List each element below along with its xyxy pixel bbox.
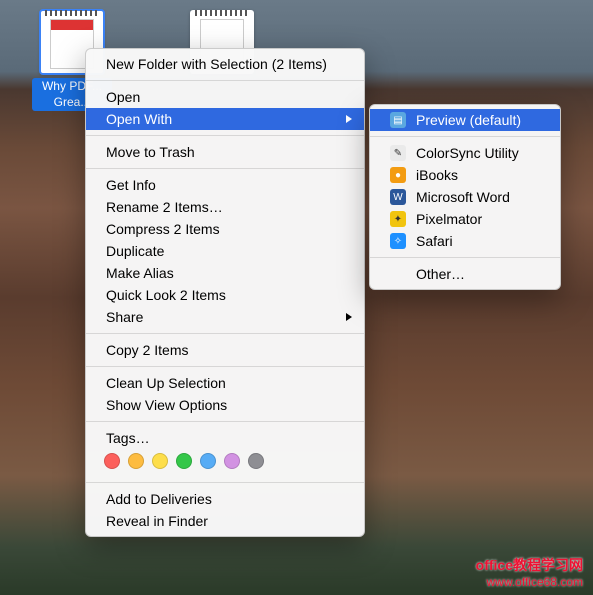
menu-separator [86,168,364,169]
watermark: office教程学习网 www.office68.com [476,555,583,589]
tag-color-dot[interactable] [152,453,168,469]
submenu-word[interactable]: W Microsoft Word [370,186,560,208]
menu-share[interactable]: Share [86,306,364,328]
menu-open[interactable]: Open [86,86,364,108]
submenu-pixelmator[interactable]: ✦ Pixelmator [370,208,560,230]
menu-separator [86,482,364,483]
word-icon: W [390,189,406,205]
tag-color-dot[interactable] [200,453,216,469]
tag-color-dot[interactable] [248,453,264,469]
menu-clean-up[interactable]: Clean Up Selection [86,372,364,394]
tag-color-dot[interactable] [104,453,120,469]
ibooks-icon: ● [390,167,406,183]
submenu-colorsync[interactable]: ✎ ColorSync Utility [370,142,560,164]
chevron-right-icon [346,313,352,321]
menu-new-folder-selection[interactable]: New Folder with Selection (2 Items) [86,53,364,75]
menu-compress[interactable]: Compress 2 Items [86,218,364,240]
submenu-safari[interactable]: ✧ Safari [370,230,560,252]
pixelmator-icon: ✦ [390,211,406,227]
menu-get-info[interactable]: Get Info [86,174,364,196]
open-with-submenu: ▤ Preview (default) ✎ ColorSync Utility … [369,104,561,290]
preview-icon: ▤ [390,112,406,128]
menu-separator [370,257,560,258]
submenu-ibooks[interactable]: ● iBooks [370,164,560,186]
context-menu: New Folder with Selection (2 Items) Open… [85,48,365,537]
menu-duplicate[interactable]: Duplicate [86,240,364,262]
menu-rename[interactable]: Rename 2 Items… [86,196,364,218]
watermark-line2: www.office68.com [476,575,583,589]
menu-tags[interactable]: Tags… [86,427,364,449]
chevron-right-icon [346,115,352,123]
menu-reveal-in-finder[interactable]: Reveal in Finder [86,510,364,532]
menu-separator [86,80,364,81]
tag-color-row [86,449,364,477]
menu-separator [370,136,560,137]
safari-icon: ✧ [390,233,406,249]
menu-separator [86,421,364,422]
menu-show-view-options[interactable]: Show View Options [86,394,364,416]
menu-move-to-trash[interactable]: Move to Trash [86,141,364,163]
menu-copy[interactable]: Copy 2 Items [86,339,364,361]
menu-open-with[interactable]: Open With [86,108,364,130]
menu-quick-look[interactable]: Quick Look 2 Items [86,284,364,306]
submenu-preview[interactable]: ▤ Preview (default) [370,109,560,131]
tag-color-dot[interactable] [128,453,144,469]
menu-separator [86,333,364,334]
menu-separator [86,366,364,367]
menu-make-alias[interactable]: Make Alias [86,262,364,284]
menu-separator [86,135,364,136]
tag-color-dot[interactable] [176,453,192,469]
desktop: Why PDF... Grea... New Folder with Selec… [0,0,593,595]
watermark-line1: office教程学习网 [476,555,583,575]
menu-add-to-deliveries[interactable]: Add to Deliveries [86,488,364,510]
submenu-other[interactable]: Other… [370,263,560,285]
colorsync-icon: ✎ [390,145,406,161]
tag-color-dot[interactable] [224,453,240,469]
